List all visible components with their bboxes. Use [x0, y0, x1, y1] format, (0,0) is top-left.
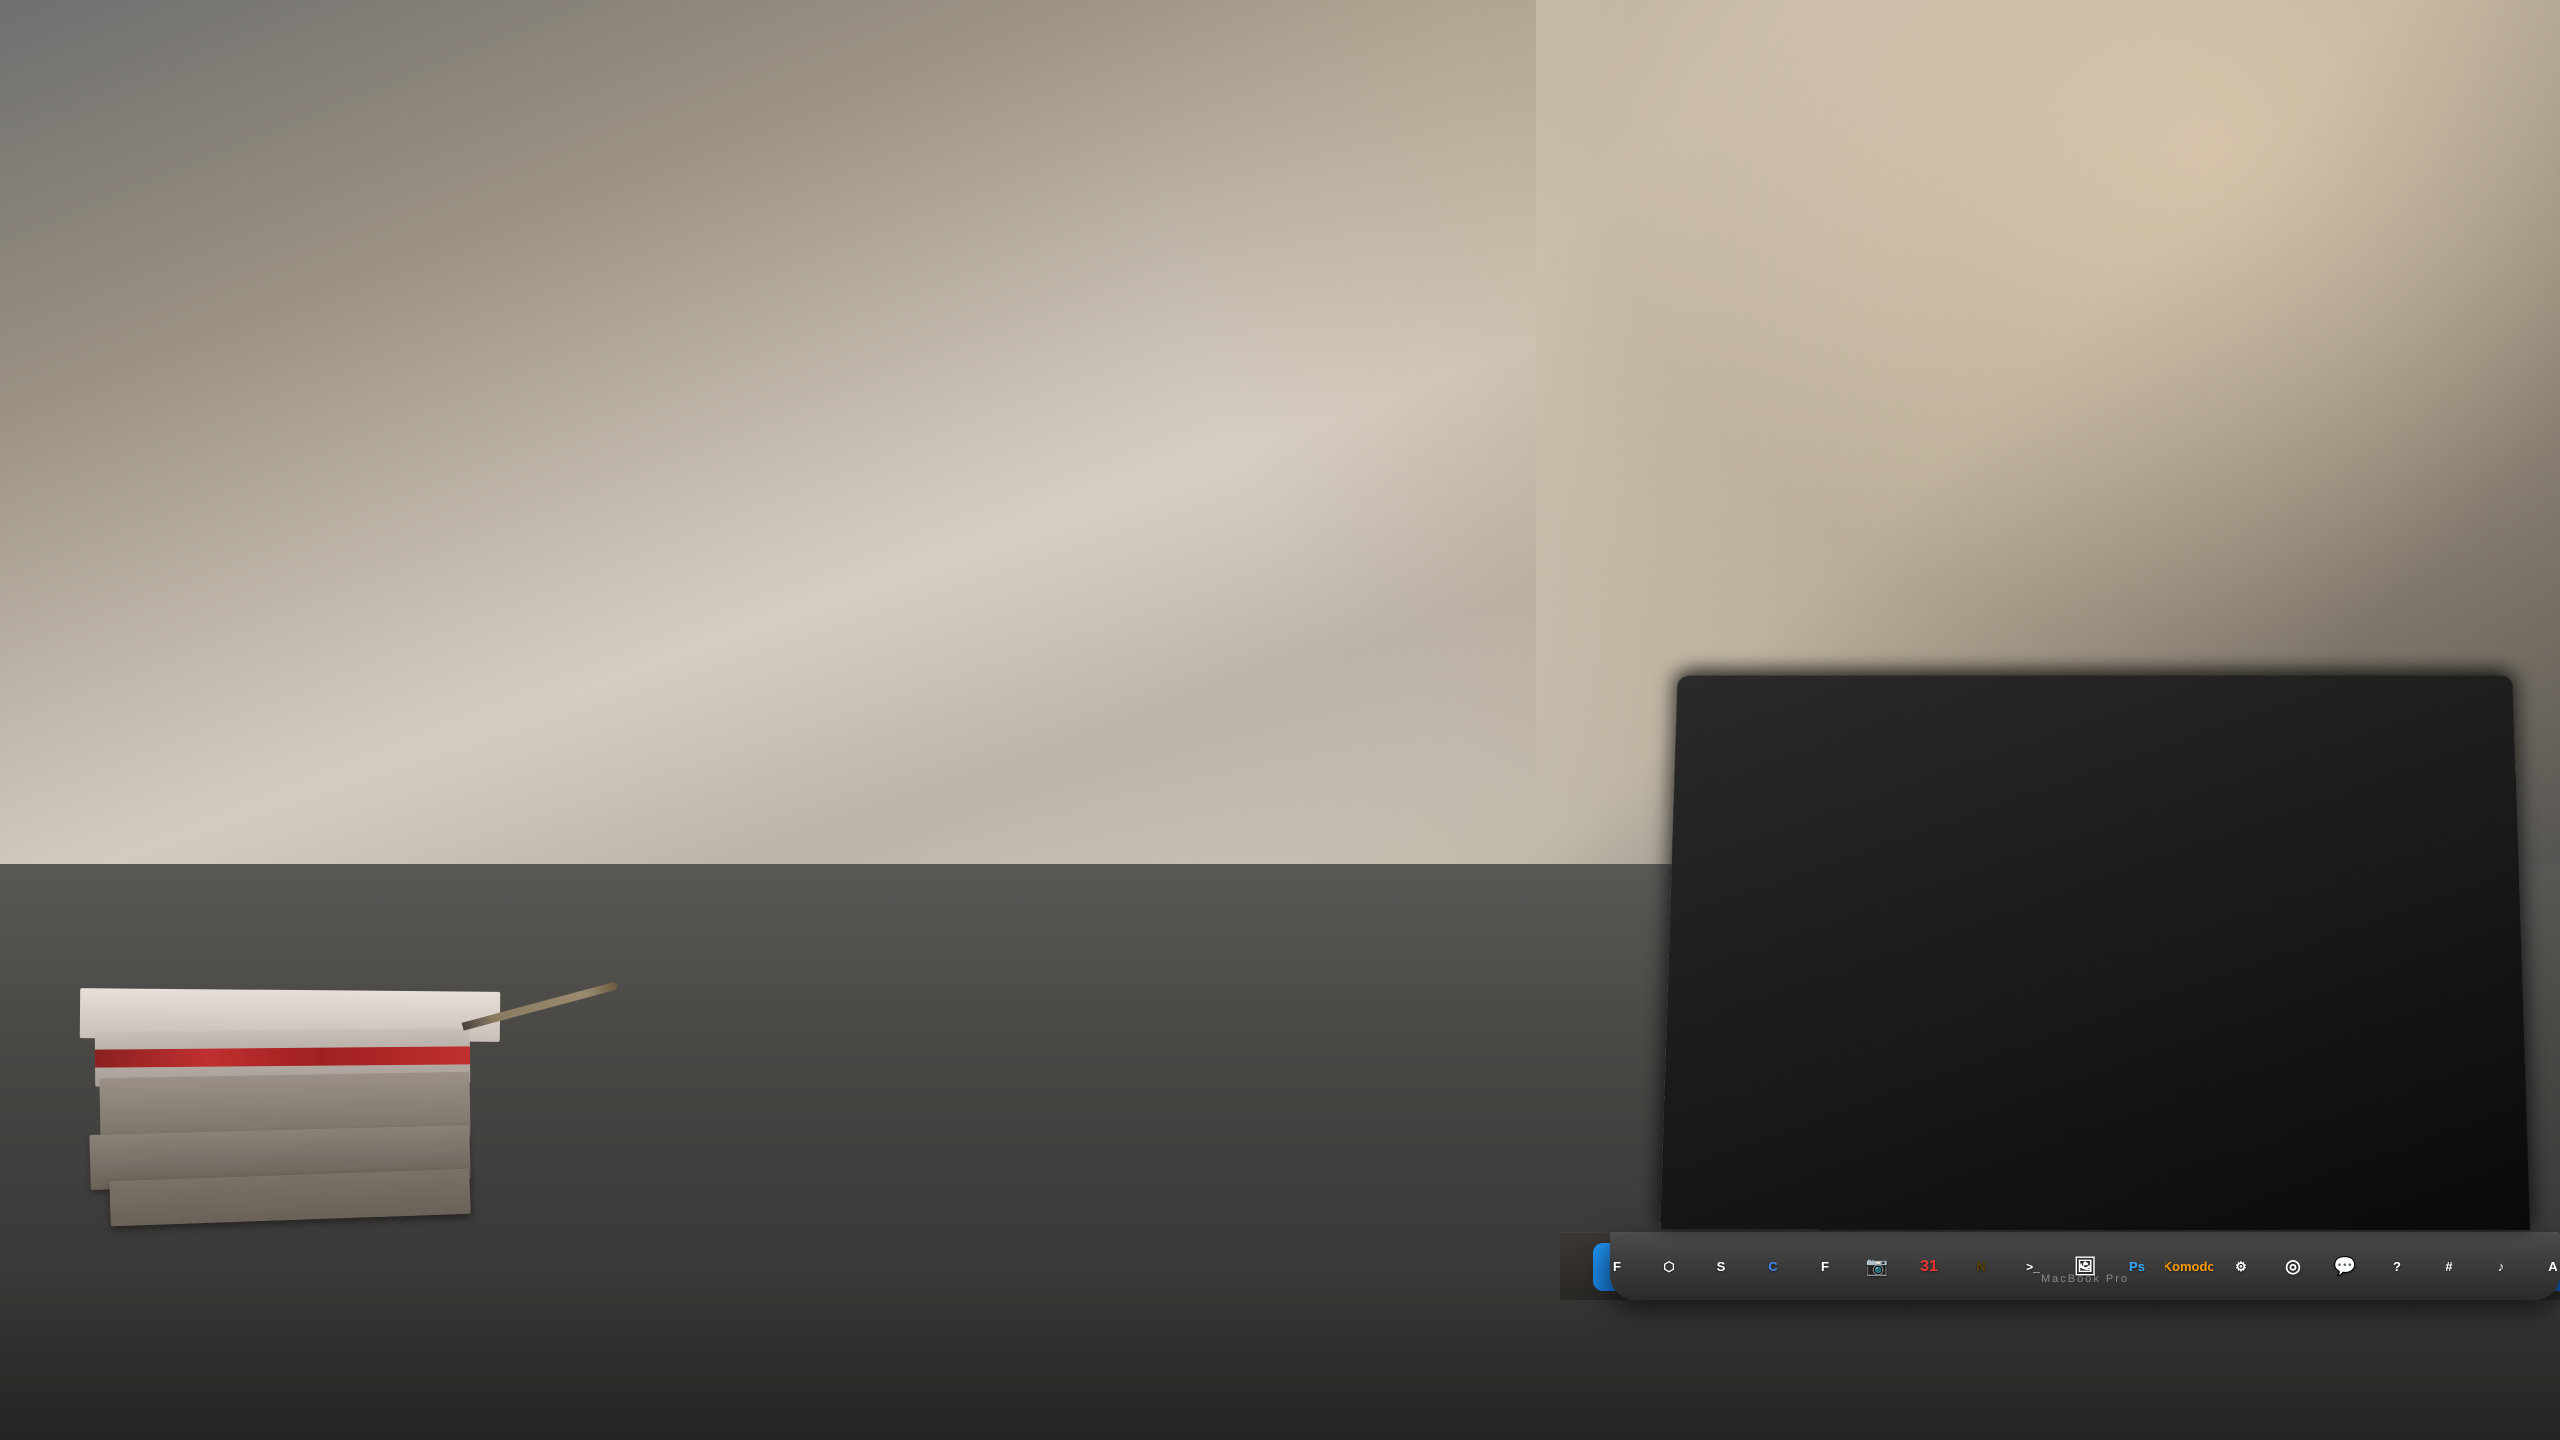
dock-system-label: ⚙ — [2235, 1259, 2247, 1275]
dock-appstore-label: A — [2548, 1259, 2557, 1274]
dock-iterm-label: >_ — [2026, 1260, 2040, 1274]
laptop-screen-outer — [1660, 676, 2530, 1230]
dock-launchpad-label: ⬡ — [1663, 1259, 1674, 1275]
laptop-container: Komodo File Edit Code Navigation View Pr… — [1560, 600, 2560, 1300]
dock-facetime-label: 📷 — [1866, 1256, 1888, 1277]
books-stack — [80, 1020, 540, 1220]
dock-finder-label: F — [1613, 1259, 1621, 1274]
dock-firefox-label: F — [1821, 1259, 1829, 1274]
dock-calendar-label: 31 — [1920, 1258, 1938, 1276]
dock-preview-label: 🖼 — [2074, 1256, 2097, 1277]
dock-photoshop-label: Ps — [2129, 1259, 2145, 1274]
dock-chrome-label: C — [1768, 1259, 1777, 1274]
background-scene: Komodo File Edit Code Navigation View Pr… — [0, 0, 2560, 1440]
dock-illustrator-label: Komodo — [2165, 1259, 2213, 1274]
dock-messages-label: 💬 — [2334, 1256, 2356, 1277]
dock-notes-label: N — [1976, 1259, 1985, 1274]
dock-safari-label: S — [1717, 1259, 1726, 1274]
dock-misc-1-label: ? — [2393, 1259, 2401, 1274]
dock-photos-label: ◎ — [2285, 1256, 2301, 1277]
book-red-band — [95, 1046, 470, 1067]
dock-music-label: ♪ — [2498, 1259, 2505, 1274]
dock-numbers-label: # — [2445, 1259, 2452, 1274]
